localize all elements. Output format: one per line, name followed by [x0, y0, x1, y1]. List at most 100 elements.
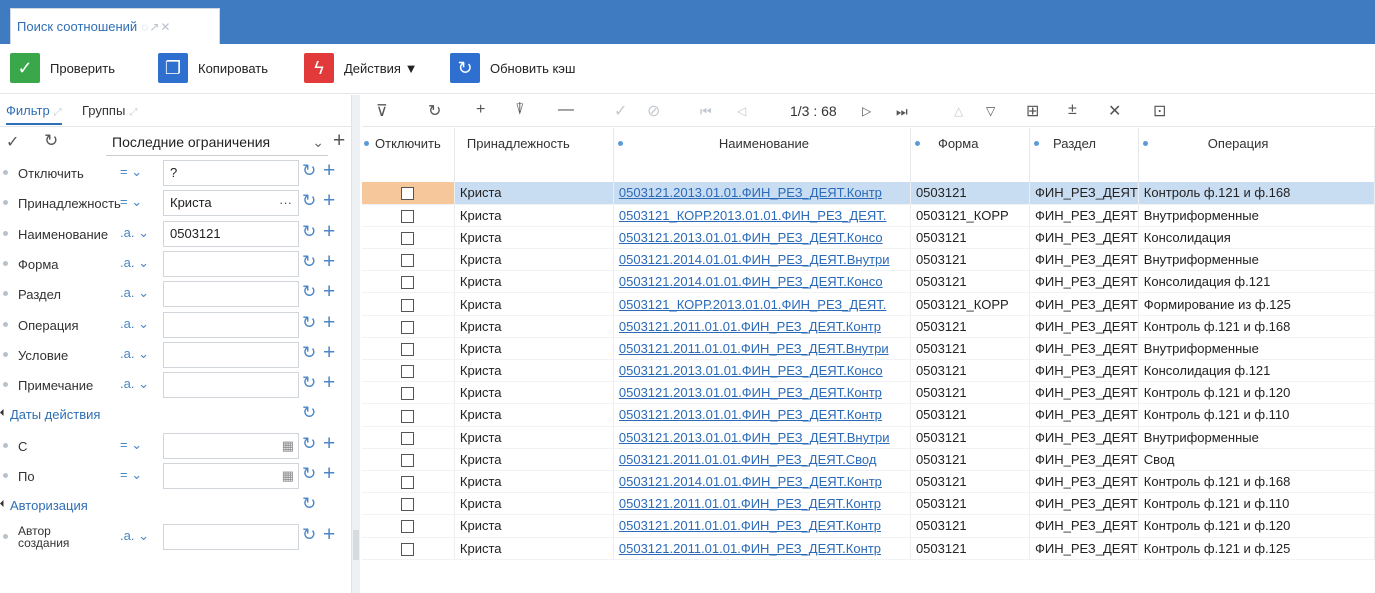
add-icon[interactable]: +	[323, 341, 335, 365]
checkbox[interactable]	[401, 209, 415, 223]
refresh-icon[interactable]: ↻	[428, 101, 441, 121]
checkbox[interactable]	[401, 254, 415, 268]
panel-splitter[interactable]	[352, 95, 360, 593]
filter-value-input[interactable]	[163, 523, 299, 550]
name-link[interactable]: 0503121.2011.01.01.ФИН_РЕЗ_ДЕЯТ.Свод	[613, 448, 911, 471]
preset-select[interactable]: Последние ограничения ⌄	[106, 130, 328, 156]
checkbox[interactable]	[401, 542, 415, 556]
add-icon[interactable]: +	[333, 129, 345, 153]
col-header-disable[interactable]: Отключить	[362, 128, 455, 182]
checkbox[interactable]	[401, 476, 415, 490]
table-row[interactable]: Криста 0503121.2013.01.01.ФИН_РЕЗ_ДЕЯТ.Ко…	[362, 226, 1375, 250]
col-header-form[interactable]: Форма	[910, 128, 1031, 182]
filter-value-input[interactable]: ▦	[163, 432, 299, 459]
checkbox[interactable]	[401, 187, 415, 201]
sort-asc-icon[interactable]: △	[954, 104, 963, 118]
refresh-icon[interactable]: ↻	[302, 191, 316, 211]
filter-value-input[interactable]	[163, 311, 299, 338]
first-page-icon[interactable]: ⏮	[700, 104, 712, 120]
add-icon[interactable]: +	[323, 280, 335, 304]
operator-select[interactable]: .a. ⌄	[120, 346, 149, 362]
expand-icon[interactable]: ±	[1068, 101, 1077, 119]
disable-checkbox-cell[interactable]	[362, 448, 455, 471]
refresh-icon[interactable]: ↻	[302, 464, 316, 484]
operator-select[interactable]: = ⌄	[120, 437, 142, 453]
disable-checkbox-cell[interactable]	[362, 204, 455, 227]
disable-checkbox-cell[interactable]	[362, 514, 455, 538]
checkbox[interactable]	[401, 409, 415, 423]
name-link[interactable]: 0503121.2013.01.01.ФИН_РЕЗ_ДЕЯТ.Консо	[613, 226, 911, 250]
filter-down-icon[interactable]: ⍒	[515, 101, 525, 119]
cancel-icon[interactable]: ⊘	[647, 101, 660, 121]
name-link[interactable]: 0503121.2011.01.01.ФИН_РЕЗ_ДЕЯТ.Контр	[613, 492, 911, 516]
filter-value-input[interactable]: ?	[163, 160, 299, 186]
add-icon[interactable]: +	[323, 432, 335, 456]
col-header-operation[interactable]: Операция	[1138, 128, 1375, 182]
prev-page-icon[interactable]: ◁	[737, 104, 746, 118]
table-row[interactable]: Криста 0503121.2011.01.01.ФИН_РЕЗ_ДЕЯТ.Св…	[362, 448, 1375, 471]
remove-row-icon[interactable]: —	[558, 101, 574, 119]
check-button[interactable]: ✓ Проверить	[10, 53, 115, 83]
refresh-icon[interactable]: ↻	[302, 161, 316, 181]
table-row[interactable]: Криста 0503121_КОРР.2013.01.01.ФИН_РЕЗ_ДЕ…	[362, 292, 1375, 316]
operator-select[interactable]: .a. ⌄	[120, 255, 149, 271]
filter-value-input[interactable]: 0503121	[163, 220, 299, 247]
tab-filter[interactable]: Фильтр ⤢	[6, 103, 62, 125]
disable-checkbox-cell[interactable]	[362, 537, 455, 560]
name-link[interactable]: 0503121_КОРР.2013.01.01.ФИН_РЕЗ_ДЕЯТ.	[613, 204, 911, 227]
ellipsis-icon[interactable]: ···	[279, 191, 292, 215]
add-icon[interactable]: +	[323, 462, 335, 486]
checkbox[interactable]	[401, 498, 415, 512]
name-link[interactable]: 0503121.2013.01.01.ФИН_РЕЗ_ДЕЯТ.Контр	[613, 182, 911, 205]
disable-checkbox-cell[interactable]	[362, 292, 455, 316]
table-row[interactable]: Криста 0503121.2014.01.01.ФИН_РЕЗ_ДЕЯТ.Ко…	[362, 470, 1375, 494]
calendar-icon[interactable]: ▦	[282, 464, 294, 488]
refresh-icon[interactable]: ↻	[302, 222, 316, 242]
name-link[interactable]: 0503121.2011.01.01.ФИН_РЕЗ_ДЕЯТ.Контр	[613, 315, 911, 338]
reset-icon[interactable]: ↻	[44, 131, 58, 151]
select-all-icon[interactable]: ⊡	[1153, 101, 1166, 121]
disable-checkbox-cell[interactable]	[362, 426, 455, 449]
operator-select[interactable]: = ⌄	[120, 467, 142, 483]
operator-select[interactable]: .a. ⌄	[120, 285, 149, 301]
checkbox[interactable]	[401, 520, 415, 534]
table-row[interactable]: Криста 0503121.2013.01.01.ФИН_РЕЗ_ДЕЯТ.Ко…	[362, 182, 1375, 205]
disable-checkbox-cell[interactable]	[362, 270, 455, 294]
refresh-icon[interactable]: ↻	[302, 494, 316, 514]
disable-checkbox-cell[interactable]	[362, 337, 455, 361]
filter-value-input[interactable]	[163, 341, 299, 368]
filter-value-input[interactable]	[163, 372, 299, 399]
table-row[interactable]: Криста 0503121.2014.01.01.ФИН_РЕЗ_ДЕЯТ.Вн…	[362, 248, 1375, 272]
operator-select[interactable]: = ⌄	[120, 164, 142, 180]
actions-button[interactable]: ϟ Действия ▼	[304, 53, 417, 83]
add-icon[interactable]: +	[323, 189, 335, 213]
add-icon[interactable]: +	[323, 311, 335, 335]
filter-value-input[interactable]: Криста ···	[163, 190, 299, 217]
name-link[interactable]: 0503121.2014.01.01.ФИН_РЕЗ_ДЕЯТ.Внутри	[613, 248, 911, 272]
checkbox[interactable]	[401, 342, 415, 356]
apply-icon[interactable]: ✓	[6, 132, 19, 152]
operator-select[interactable]: .a. ⌄	[120, 528, 149, 544]
disable-checkbox-cell[interactable]	[362, 470, 455, 494]
operator-select[interactable]: = ⌄	[120, 194, 142, 210]
refresh-cache-button[interactable]: ↻ Обновить кэш	[450, 53, 575, 83]
name-link[interactable]: 0503121.2014.01.01.ФИН_РЕЗ_ДЕЯТ.Консо	[613, 270, 911, 294]
refresh-icon[interactable]: ↻	[302, 313, 316, 333]
operator-select[interactable]: .a. ⌄	[120, 225, 149, 241]
table-row[interactable]: Криста 0503121.2013.01.01.ФИН_РЕЗ_ДЕЯТ.Ко…	[362, 359, 1375, 383]
refresh-icon[interactable]: ↻	[302, 252, 316, 272]
filter-value-input[interactable]	[163, 281, 299, 308]
checkbox[interactable]	[401, 320, 415, 334]
confirm-icon[interactable]: ✓	[614, 101, 627, 121]
name-link[interactable]: 0503121.2014.01.01.ФИН_РЕЗ_ДЕЯТ.Контр	[613, 470, 911, 494]
section-dates[interactable]: Даты действия ↻	[0, 400, 352, 430]
checkbox[interactable]	[401, 453, 415, 467]
table-row[interactable]: Криста 0503121.2013.01.01.ФИН_РЕЗ_ДЕЯТ.Ко…	[362, 403, 1375, 427]
disable-checkbox-cell[interactable]	[362, 226, 455, 250]
next-page-icon[interactable]: ▷	[862, 104, 871, 118]
disable-checkbox-cell[interactable]	[362, 315, 455, 338]
add-icon[interactable]: +	[323, 220, 335, 244]
disable-checkbox-cell[interactable]	[362, 403, 455, 427]
table-row[interactable]: Криста 0503121.2011.01.01.ФИН_РЕЗ_ДЕЯТ.Ко…	[362, 537, 1375, 560]
table-row[interactable]: Криста 0503121.2013.01.01.ФИН_РЕЗ_ДЕЯТ.Вн…	[362, 426, 1375, 449]
